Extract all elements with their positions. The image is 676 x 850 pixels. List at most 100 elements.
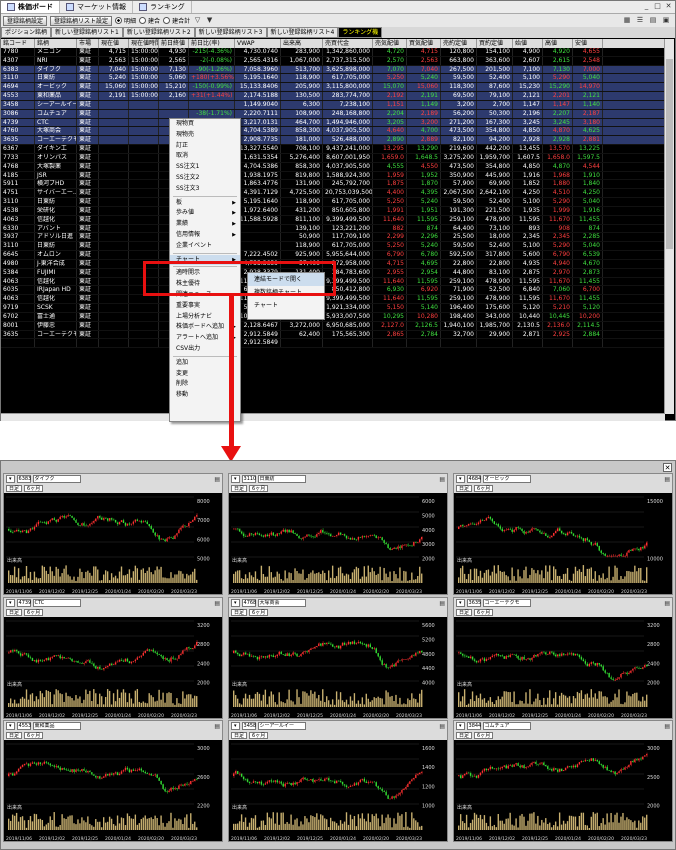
minimize-icon[interactable]: _: [642, 2, 651, 11]
list-tab[interactable]: 新しい登録銘柄リスト2: [122, 27, 195, 38]
table-row[interactable]: 4553 東和薬品 東証 2,191 15:00:00 2,160 +31(+1.44%) 2…: [1, 92, 665, 101]
table-row[interactable]: 8001伊藤忠東証+41.5(+1.48%)2,128.64673,272,00…: [1, 321, 665, 331]
window-tab[interactable]: ランキング: [133, 1, 192, 13]
column-header[interactable]: 前日終値: [159, 39, 189, 48]
period-select[interactable]: 日足: [231, 732, 248, 739]
list-tab[interactable]: 新しい登録銘柄リスト3: [194, 27, 267, 38]
period-select[interactable]: 日足: [231, 485, 248, 492]
column-header[interactable]: VWAP: [235, 39, 281, 48]
chart-type-select[interactable]: ▾: [6, 599, 15, 607]
table-row[interactable]: 6702富士通東証-95(-0.92%)10,309.3092575,5005,…: [1, 312, 665, 322]
range-select[interactable]: 6ヶ月: [24, 485, 44, 492]
column-header[interactable]: 市場: [77, 39, 99, 48]
register-stock-button[interactable]: 登録銘柄設定: [3, 15, 48, 26]
table-row[interactable]: 4751サイバーエー…東証+280(+6.05%)4,391.71294,725…: [1, 189, 665, 199]
table-row[interactable]: 4694 オービック 東証 15,060 15:00:00 15,210 -150(-0.9…: [1, 83, 665, 93]
chart-canvas[interactable]: 1600140012001000出来高2019/11/06 2019/12/02 2…: [229, 740, 447, 841]
maximize-icon[interactable]: □: [653, 2, 662, 11]
register-list-button[interactable]: 登録銘柄リスト設定: [50, 15, 113, 26]
chart-type-select[interactable]: ▾: [231, 722, 240, 730]
range-select[interactable]: 6ヶ月: [249, 485, 269, 492]
chart-canvas[interactable]: 1500010000出来高2019/11/06 2019/12/02 2019/12…: [454, 493, 672, 594]
column-header[interactable]: 前日比(率): [189, 39, 235, 48]
table-row[interactable]: 4538栄研化東証+60(+3.17%)1,972.6400431,200850…: [1, 206, 665, 216]
table-row[interactable]: 9719SCSK東証+35(+0.69%)5,164.8763372,0001,…: [1, 304, 665, 313]
table-row[interactable]: 2,912.5849: [1, 339, 665, 349]
menu-item[interactable]: 板 ▶: [170, 198, 240, 209]
column-header[interactable]: 現在値時間: [129, 39, 159, 48]
panel-menu-icon[interactable]: ▤: [664, 600, 670, 607]
period-select[interactable]: 日足: [456, 485, 473, 492]
menu-item[interactable]: 信用情報 ▶: [170, 230, 240, 241]
menu-item[interactable]: 現物売: [170, 130, 240, 141]
period-select[interactable]: 日足: [456, 732, 473, 739]
grid-view-icon[interactable]: ▦: [622, 15, 632, 25]
period-select[interactable]: 日足: [6, 609, 23, 616]
column-header[interactable]: 始値: [513, 39, 543, 48]
stock-code-field[interactable]: 3844: [466, 722, 481, 730]
table-row[interactable]: 4063信越化東証+335(+2.95%)11,588.5928811,1009…: [1, 215, 665, 225]
list-tab[interactable]: ポジション銘柄: [1, 27, 52, 38]
close-icon[interactable]: ✕: [664, 2, 673, 11]
menu-item[interactable]: 企業イベント: [170, 241, 240, 252]
chart-canvas[interactable]: 60005000400030002000出来高2019/11/06 2019/12…: [229, 493, 447, 594]
column-header[interactable]: 買約定値: [477, 39, 513, 48]
range-select[interactable]: 6ヶ月: [249, 732, 269, 739]
table-row[interactable]: 5911横河ブHD東証+35(+1.74%)1,863.4776131,9002…: [1, 180, 665, 190]
table-row[interactable]: 6330 アバント 東証 139,100 123,221,200 882 874 64,400…: [1, 224, 665, 234]
chart-canvas[interactable]: 8000700060005000出来高2019/11/06 2019/12/02 2…: [4, 493, 222, 594]
column-header[interactable]: 売約定値: [441, 39, 477, 48]
stock-code-field[interactable]: 3635: [466, 599, 481, 607]
table-row[interactable]: 3110 日東紡 東証 118,900 617,705,000 5,250 5,240 59,…: [1, 242, 665, 252]
range-select[interactable]: 6ヶ月: [24, 609, 44, 616]
panel-menu-icon[interactable]: ▤: [214, 723, 220, 730]
table-row[interactable]: 3635 コーエーテクモ 東証 2,912.5849 62,400 175,565,300…: [1, 330, 665, 340]
panel-menu-icon[interactable]: ▤: [439, 600, 445, 607]
close-icon[interactable]: ✕: [663, 463, 672, 472]
chart-canvas[interactable]: 3200280024002000出来高2019/11/06 2019/12/02 2…: [4, 617, 222, 718]
chart-type-select[interactable]: ▾: [456, 722, 465, 730]
chart-canvas[interactable]: 300026002200出来高2019/11/06 2019/12/02 2019/…: [4, 740, 222, 841]
horizontal-scrollbar[interactable]: [1, 413, 665, 421]
menu-item[interactable]: 業績 ▶: [170, 219, 240, 230]
filter-clear-icon[interactable]: ▼: [205, 16, 214, 25]
vertical-scrollbar[interactable]: [664, 39, 674, 414]
table-row[interactable]: 4768大塚製薬東証-20(-4.20%)4,704.5386858,3004,…: [1, 162, 665, 172]
panel-menu-icon[interactable]: ▤: [214, 476, 220, 483]
range-select[interactable]: 6ヶ月: [474, 485, 494, 492]
stock-code-field[interactable]: 3110: [241, 475, 256, 483]
table-row[interactable]: 4739CTC東証-15(-0.47%)3,217.0131464,7001,4…: [1, 118, 665, 128]
radio-position[interactable]: 建合: [139, 16, 160, 25]
chart-type-select[interactable]: ▾: [6, 722, 15, 730]
column-header[interactable]: 買気配値: [407, 39, 441, 48]
panel-menu-icon[interactable]: ▤: [214, 600, 220, 607]
table-row[interactable]: 3086 コムチュア 東証 -38(-1.71%) 2,220.7111 108,900 2…: [1, 109, 665, 119]
window-tab[interactable]: マーケット情報: [60, 1, 133, 13]
settings-icon[interactable]: ▤: [648, 15, 658, 25]
table-row[interactable]: 7733オリンパス東証0+81(+5.10%)1,631.53545,276,4…: [1, 153, 665, 163]
column-header[interactable]: 売買代金: [323, 39, 373, 48]
stock-code-field[interactable]: 4684: [466, 475, 481, 483]
column-header[interactable]: 銘柄: [35, 39, 77, 48]
chart-canvas[interactable]: 56005200480044004000出来高2019/11/06 2019/12…: [229, 617, 447, 718]
period-select[interactable]: 日足: [231, 609, 248, 616]
table-row[interactable]: 3937 アドソル日進 東証 50,900 117,709,100 2,299 2,296 2…: [1, 233, 665, 243]
list-tab[interactable]: 新しい登録銘柄リスト4: [266, 27, 339, 38]
period-select[interactable]: 日足: [6, 732, 23, 739]
table-row[interactable]: 3635コーエーテクモ東証-7(-0.24%)2,908.7735181,000…: [1, 136, 665, 146]
period-select[interactable]: 日足: [456, 609, 473, 616]
table-row[interactable]: 4185JSR東証+39(+2.06%)1,938.1975819,8001,5…: [1, 171, 665, 181]
column-header[interactable]: 銘コード: [1, 39, 35, 48]
window-tab[interactable]: 株価ボード: [1, 1, 60, 13]
table-row[interactable]: 6383 ダイフク 東証 7,040 15:00:00 7,130 -90(-1.26%) 7…: [1, 65, 665, 75]
table-row[interactable]: 7780 メニコン 東証 4,715 15:00:00 4,930 -215(-4.36%)…: [1, 48, 665, 57]
menu-item[interactable]: 取消: [170, 151, 240, 162]
radio-position-total[interactable]: 建合計: [163, 16, 190, 25]
chart-type-select[interactable]: ▾: [456, 475, 465, 483]
menu-item[interactable]: 訂正: [170, 141, 240, 152]
list-tab[interactable]: ランキング機: [338, 27, 383, 38]
table-row[interactable]: 3110 日東紡 東証 5,240 15:00:00 5,060 +180(+3.56%) 5…: [1, 74, 665, 84]
table-row[interactable]: 6645 オムロン 東証 7,222.4502 925,900 5,955,644,000…: [1, 251, 665, 260]
list-tab[interactable]: 新しい登録銘柄リスト1: [51, 27, 123, 38]
table-row[interactable]: 4760大塚商会東証+15(+0.64%)4,704.5389858,3004,…: [1, 127, 665, 137]
